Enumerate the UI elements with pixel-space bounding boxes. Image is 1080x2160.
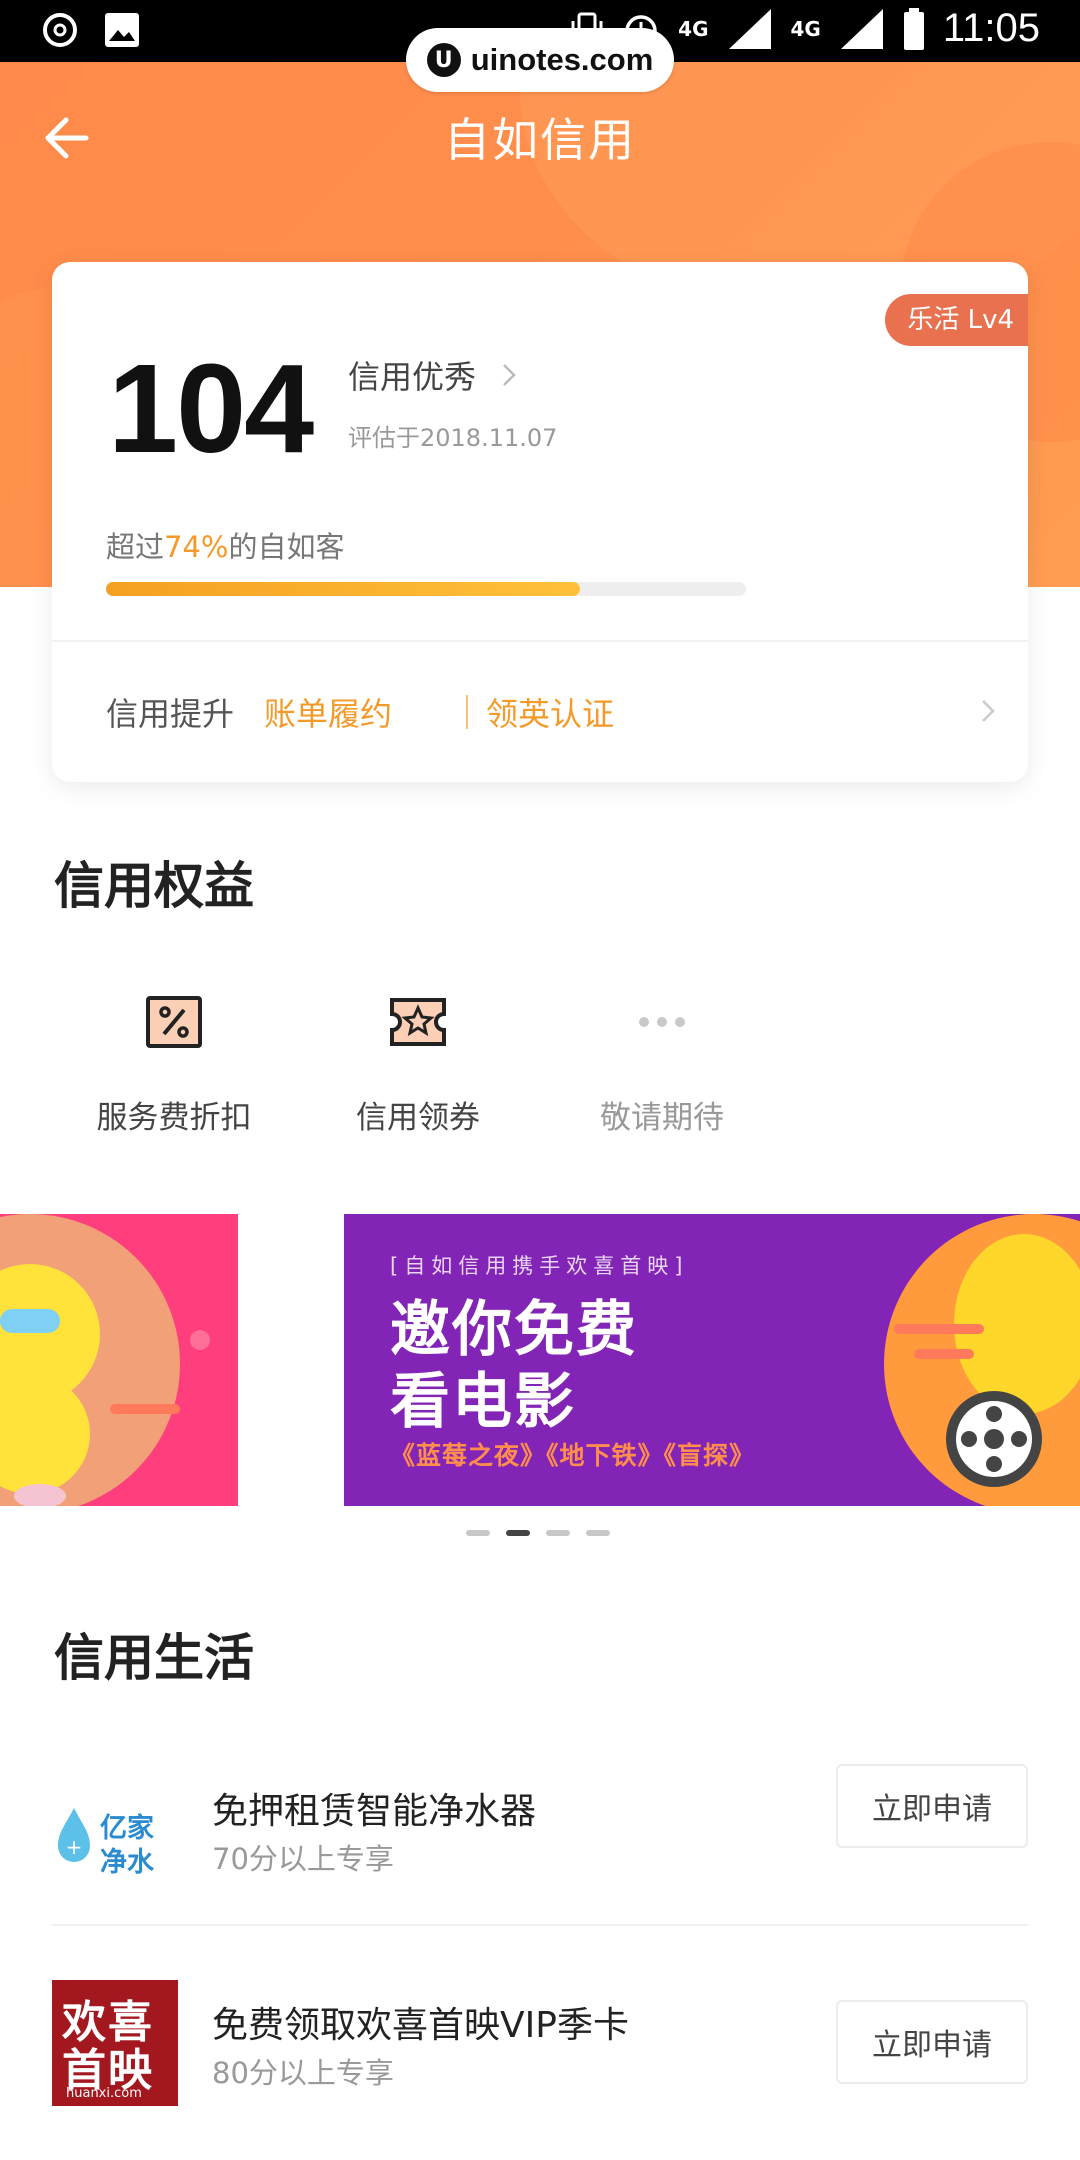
credit-level-text: 信用优秀 <box>348 358 477 396</box>
benefit-service-discount[interactable]: 服务费折扣 <box>52 990 296 1160</box>
surpass-text: 超过74%的自如客 <box>106 524 345 566</box>
coupon-icon <box>390 998 446 1046</box>
network-type-1: 4G <box>678 16 709 41</box>
list-item[interactable]: + 亿家 净水 免押租赁智能净水器 70分以上专享 立即申请 <box>52 1740 1028 1940</box>
boost-separator <box>466 695 469 729</box>
yijia-water-logo: + 亿家 净水 <box>52 1770 178 1896</box>
apply-button[interactable]: 立即申请 <box>836 1764 1028 1848</box>
item-subtitle: 70分以上专享 <box>212 1842 394 1876</box>
evaluated-date: 评估于2018.11.07 <box>348 424 558 452</box>
carousel-dot[interactable] <box>506 1530 530 1536</box>
banner-subtitle: [自如信用携手欢喜首映] <box>390 1254 689 1278</box>
watermark-text: uinotes.com <box>470 42 654 77</box>
benefit-credit-coupon[interactable]: 信用领券 <box>296 990 540 1160</box>
discount-icon <box>146 996 202 1048</box>
credit-boost-label: 信用提升 <box>106 695 235 733</box>
credit-level-link[interactable]: 信用优秀 <box>348 352 518 398</box>
carousel-indicator <box>466 1530 610 1536</box>
gallery-icon <box>105 13 139 47</box>
item-title: 免费领取欢喜首映VIP季卡 <box>212 2005 629 2046</box>
logo-text-2: 净水 <box>100 1847 154 1878</box>
boost-link-bill[interactable]: 账单履约 <box>264 689 392 735</box>
surpass-prefix: 超过 <box>106 530 165 564</box>
banner-movies: 《蓝莓之夜》《地下铁》《盲探》 <box>390 1441 756 1470</box>
chevron-right-icon <box>503 364 516 386</box>
bear-mascot-illustration <box>0 1214 210 1506</box>
credit-boost-row[interactable]: 信用提升 账单履约 领英认证 <box>106 642 996 782</box>
signal-icon-1 <box>728 8 771 49</box>
benefits-section-title: 信用权益 <box>54 857 254 915</box>
boost-link-linkedin[interactable]: 领英认证 <box>486 689 614 735</box>
banner-title-line1: 邀你免费 <box>390 1295 638 1365</box>
banner-title-line2: 看电影 <box>390 1367 576 1437</box>
carousel-dot[interactable] <box>466 1530 490 1536</box>
credit-score-card: 乐活 Lv4 104 信用优秀 评估于2018.11.07 超过74%的自如客 … <box>52 262 1028 782</box>
carousel-dot[interactable] <box>586 1530 610 1536</box>
surpass-progress-fill <box>106 582 580 596</box>
surpass-suffix: 的自如客 <box>228 530 345 564</box>
benefits-grid: 服务费折扣 信用领券 敬请期待 <box>52 990 852 1160</box>
item-subtitle: 80分以上专享 <box>212 2056 394 2090</box>
banner-title: 邀你免费 看电影 <box>390 1294 638 1438</box>
watermark-logo: U <box>426 43 461 77</box>
signal-icon-2 <box>840 8 883 49</box>
carousel-dot[interactable] <box>546 1530 570 1536</box>
surpass-percent: 74% <box>164 530 229 564</box>
status-time: 11:05 <box>942 6 1040 50</box>
list-item[interactable]: 欢喜 首映 huanxi.com 免费领取欢喜首映VIP季卡 80分以上专享 立… <box>52 1980 1028 2160</box>
banner-movie-promo[interactable]: [自如信用携手欢喜首映] 邀你免费 看电影 《蓝莓之夜》《地下铁》《盲探》 <box>344 1214 1080 1506</box>
page-title: 自如信用 <box>444 113 636 167</box>
benefit-coming-soon: 敬请期待 <box>540 990 784 1160</box>
benefit-label: 信用领券 <box>356 1100 480 1136</box>
svg-text:+: + <box>66 1835 83 1859</box>
logo-domain: huanxi.com <box>66 2086 142 2101</box>
credit-life-section-title: 信用生活 <box>54 1629 254 1687</box>
item-title: 免押租赁智能净水器 <box>212 1791 537 1832</box>
credit-score: 104 <box>108 338 314 479</box>
chevron-right-icon <box>982 700 995 722</box>
battery-icon <box>903 7 924 50</box>
netease-music-icon <box>43 13 77 47</box>
banner-previous[interactable] <box>0 1214 238 1506</box>
surpass-progress-bar <box>106 582 746 596</box>
more-dots-icon <box>639 1017 685 1027</box>
benefit-label: 服务费折扣 <box>96 1100 252 1136</box>
huanxi-logo: 欢喜 首映 huanxi.com <box>52 1980 178 2106</box>
apply-button[interactable]: 立即申请 <box>836 2000 1028 2084</box>
benefit-label: 敬请期待 <box>600 1100 724 1136</box>
level-badge[interactable]: 乐活 Lv4 <box>885 294 1028 346</box>
network-type-2: 4G <box>790 16 821 41</box>
watermark-badge: U uinotes.com <box>406 28 674 92</box>
list-divider <box>52 1924 1028 1926</box>
